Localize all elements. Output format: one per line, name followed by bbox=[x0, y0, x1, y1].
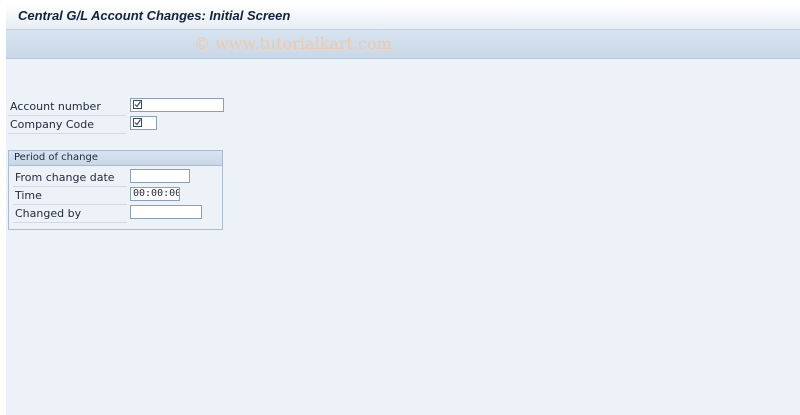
time-label: Time bbox=[15, 189, 42, 202]
application-toolbar: © www.tutorialkart.com bbox=[6, 30, 800, 59]
required-checkbox-icon bbox=[133, 100, 142, 109]
from-change-date-input[interactable] bbox=[130, 169, 190, 183]
time-value: 00:00:00 bbox=[133, 188, 180, 199]
company-code-underline bbox=[8, 133, 126, 134]
from-change-date-label: From change date bbox=[15, 171, 115, 184]
changed-by-underline bbox=[13, 222, 127, 223]
required-checkbox-icon bbox=[133, 118, 142, 127]
time-underline bbox=[13, 204, 127, 205]
period-of-change-group: Period of change From change date Time 0… bbox=[8, 150, 223, 230]
company-code-input[interactable] bbox=[130, 116, 157, 130]
account-number-label: Account number bbox=[10, 100, 101, 113]
from-change-date-underline bbox=[13, 186, 127, 187]
group-header: Period of change bbox=[9, 151, 222, 166]
time-input[interactable]: 00:00:00 bbox=[130, 187, 180, 201]
title-bar: Central G/L Account Changes: Initial Scr… bbox=[6, 3, 800, 30]
sap-screen: Central G/L Account Changes: Initial Scr… bbox=[6, 3, 800, 415]
group-title: Period of change bbox=[14, 152, 98, 163]
changed-by-label: Changed by bbox=[15, 207, 82, 220]
watermark: © www.tutorialkart.com bbox=[194, 34, 392, 53]
account-number-underline bbox=[8, 115, 126, 116]
changed-by-input[interactable] bbox=[130, 205, 202, 219]
account-number-input[interactable] bbox=[130, 98, 224, 112]
screen-title: Central G/L Account Changes: Initial Scr… bbox=[18, 8, 291, 23]
company-code-label: Company Code bbox=[10, 118, 94, 131]
